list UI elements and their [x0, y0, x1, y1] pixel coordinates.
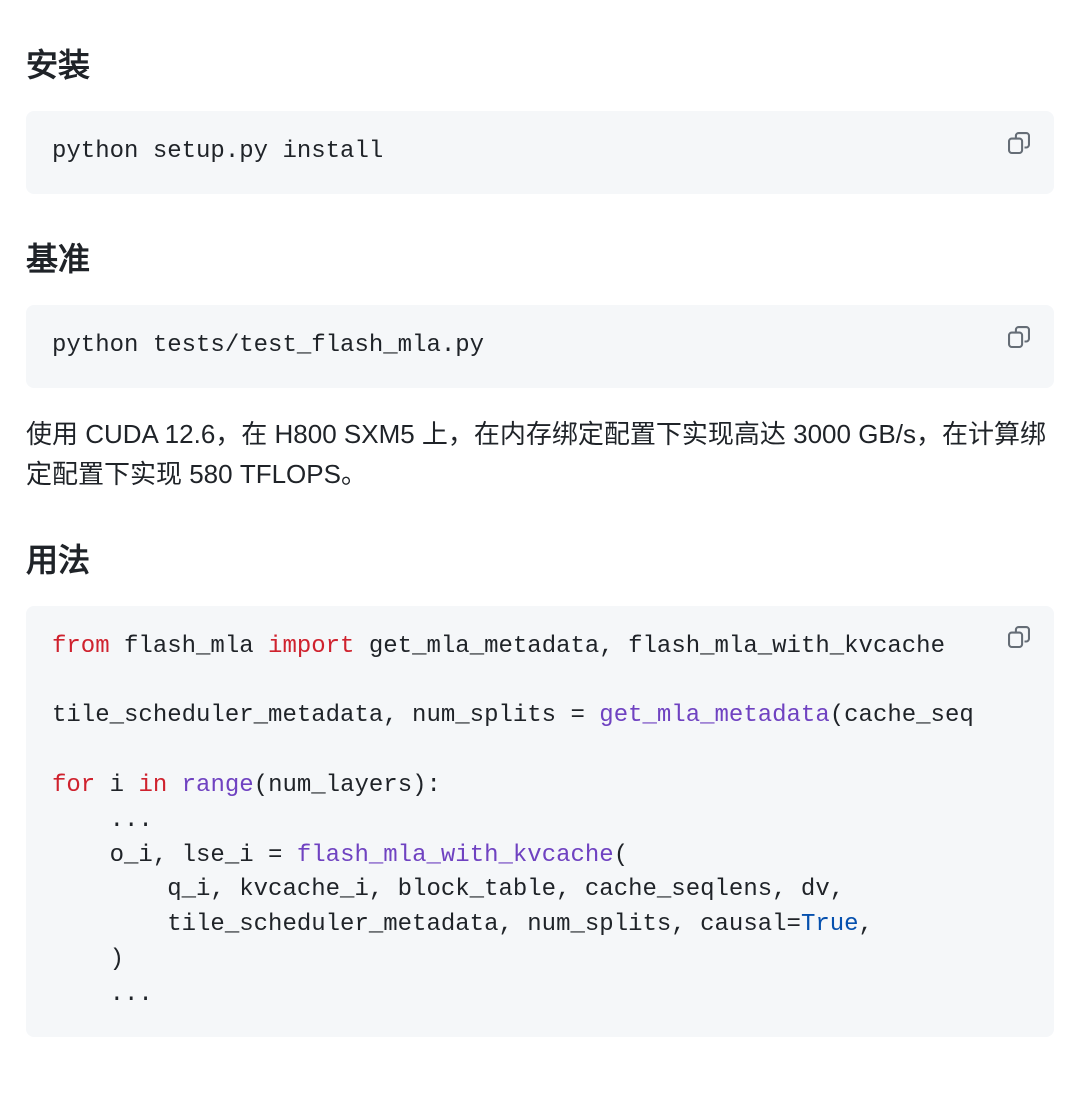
- copy-button[interactable]: [1002, 127, 1036, 161]
- copy-button[interactable]: [1002, 321, 1036, 355]
- copy-icon: [1008, 326, 1030, 351]
- codeblock-install: python setup.py install: [26, 111, 1054, 194]
- code-install: python setup.py install: [52, 135, 1028, 170]
- code-usage: from flash_mla import get_mla_metadata, …: [52, 630, 1028, 1013]
- code-benchmark: python tests/test_flash_mla.py: [52, 329, 1028, 364]
- codeblock-benchmark: python tests/test_flash_mla.py: [26, 305, 1054, 388]
- copy-button[interactable]: [1002, 622, 1036, 656]
- copy-icon: [1008, 132, 1030, 157]
- benchmark-description: 使用 CUDA 12.6，在 H800 SXM5 上，在内存绑定配置下实现高达 …: [26, 414, 1054, 495]
- codeblock-usage: from flash_mla import get_mla_metadata, …: [26, 606, 1054, 1037]
- heading-usage: 用法: [26, 535, 1054, 586]
- heading-install: 安装: [26, 40, 1054, 91]
- heading-benchmark: 基准: [26, 234, 1054, 285]
- copy-icon: [1008, 626, 1030, 651]
